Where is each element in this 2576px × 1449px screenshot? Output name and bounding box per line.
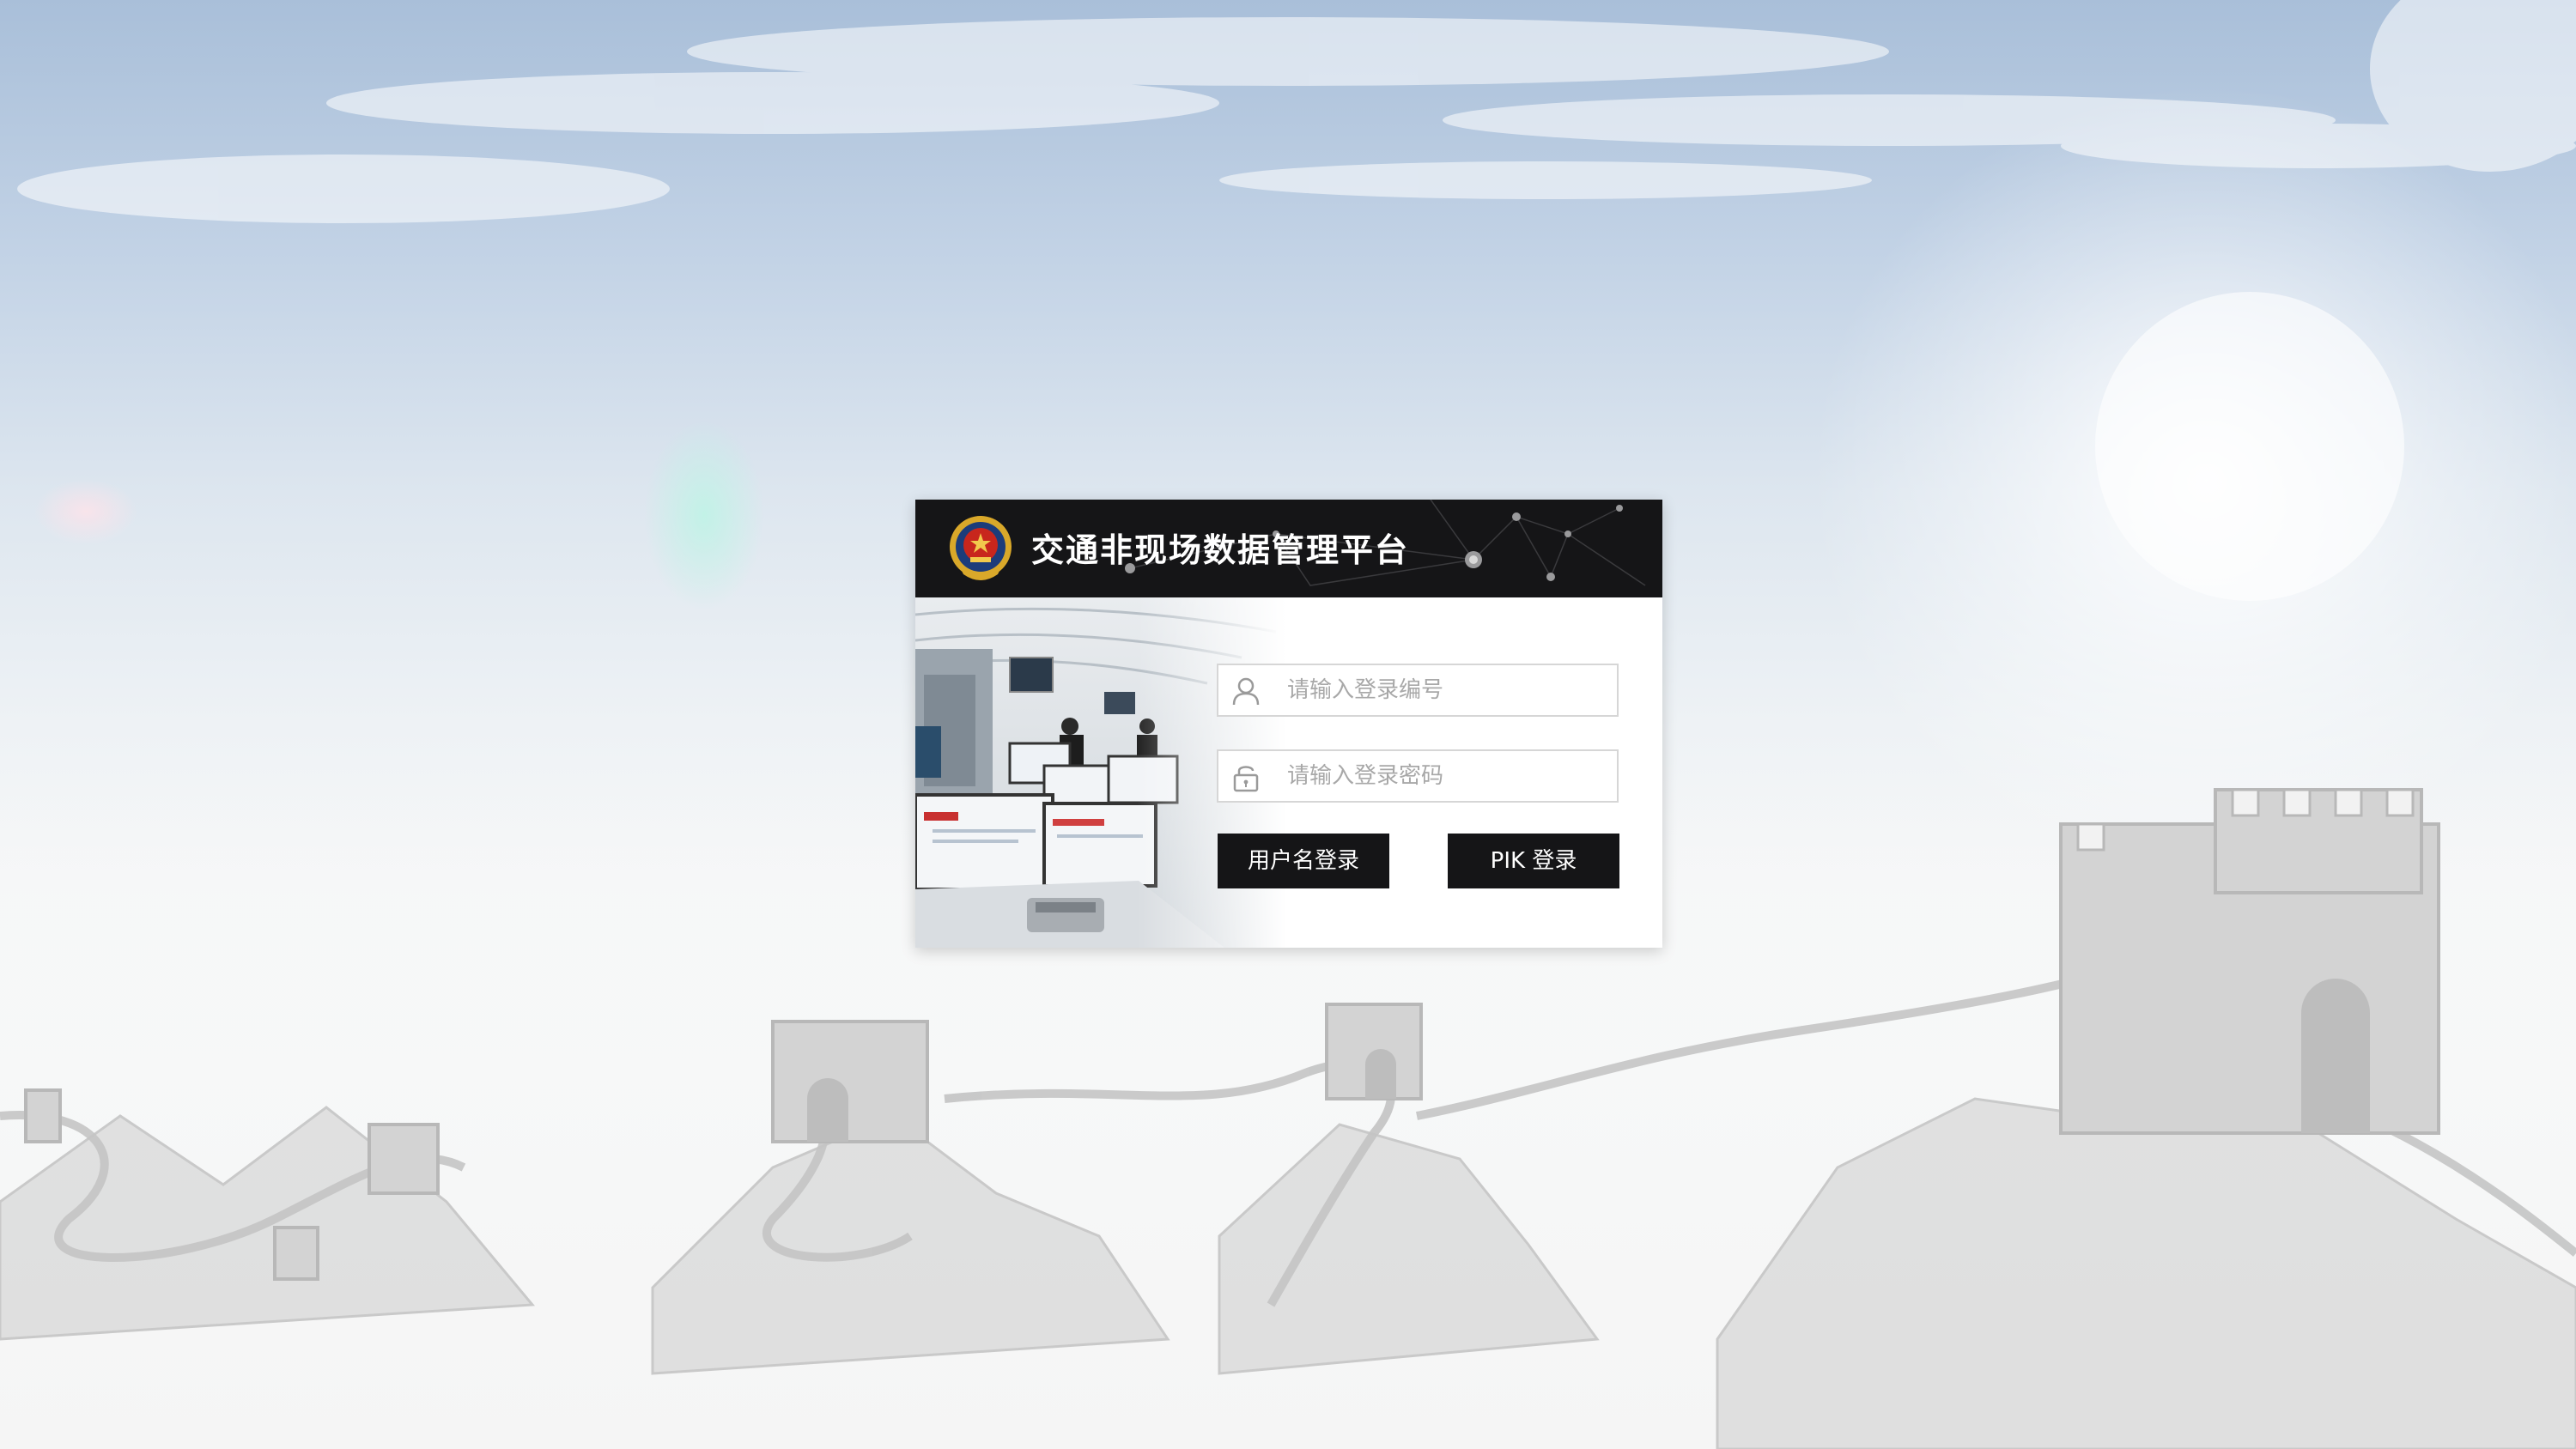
user-icon [1232,677,1260,706]
password-input[interactable] [1287,751,1605,801]
login-buttons: 用户名登录 PIK 登录 [1217,834,1620,888]
username-field [1217,664,1619,717]
pik-login-button[interactable]: PIK 登录 [1448,834,1619,888]
login-form: 用户名登录 PIK 登录 [1217,664,1620,888]
lock-icon [1233,766,1259,792]
login-header: 交通非现场数据管理平台 [915,500,1662,597]
app-title: 交通非现场数据管理平台 [1031,531,1410,569]
username-login-button[interactable]: 用户名登录 [1218,834,1389,888]
password-field [1217,749,1619,803]
login-panel: 交通非现场数据管理平台 请输入登录编号 用户名登录 PIK 登录 [915,500,1662,948]
username-input[interactable] [1287,665,1605,715]
police-emblem-icon [950,516,1012,580]
